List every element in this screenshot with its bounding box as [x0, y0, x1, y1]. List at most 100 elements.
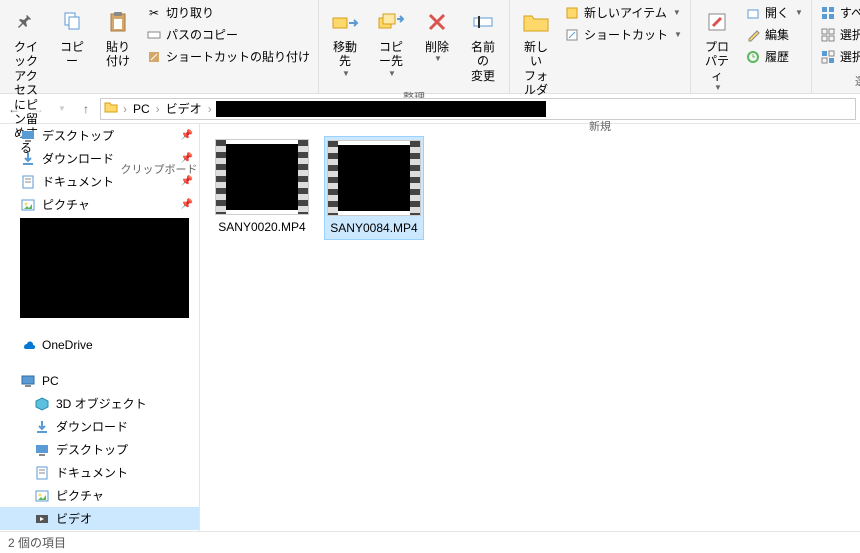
- invert-selection-button[interactable]: 選択の切り替: [816, 46, 860, 67]
- chevron-down-icon: ▼: [714, 83, 722, 92]
- copy-to-button[interactable]: コピー先▼: [369, 2, 413, 82]
- edit-button[interactable]: 編集: [741, 24, 807, 45]
- redacted-item: [20, 218, 189, 318]
- nav-pc[interactable]: PC: [0, 370, 199, 392]
- nav-item-label: ビデオ: [56, 510, 92, 527]
- new-shortcut-button[interactable]: ショートカット▼: [560, 24, 686, 45]
- paste-shortcut-button[interactable]: ショートカットの貼り付け: [142, 46, 314, 67]
- download-icon: [34, 419, 50, 435]
- nav-item-desktop[interactable]: デスクトップ: [0, 438, 199, 461]
- folder-icon: [520, 6, 552, 38]
- properties-button[interactable]: プロパティ▼: [695, 2, 739, 96]
- breadcrumb-pc[interactable]: PC: [131, 102, 152, 116]
- copy-to-icon: [375, 6, 407, 38]
- new-item-icon: [564, 5, 580, 21]
- nav-item-document[interactable]: ドキュメント 📌: [0, 170, 199, 193]
- history-button[interactable]: 履歴: [741, 46, 807, 67]
- breadcrumb-separator: ›: [123, 102, 127, 116]
- item-count: 2 個の項目: [8, 534, 66, 551]
- file-item[interactable]: SANY0020.MP4: [212, 136, 312, 238]
- scissors-icon: ✂: [146, 5, 162, 21]
- cut-button[interactable]: ✂切り取り: [142, 2, 314, 23]
- nav-item-download[interactable]: ダウンロード: [0, 415, 199, 438]
- chevron-down-icon: ▼: [674, 30, 682, 39]
- nav-item-pictures[interactable]: ピクチャ: [0, 484, 199, 507]
- nav-item-label: ドキュメント: [42, 173, 114, 190]
- nav-item-label: ダウンロード: [56, 418, 128, 435]
- copy-path-button[interactable]: パスのコピー: [142, 24, 314, 45]
- nav-item-label: ピクチャ: [56, 487, 104, 504]
- nav-item-pictures[interactable]: ピクチャ 📌: [0, 193, 199, 216]
- rename-icon: [467, 6, 499, 38]
- desktop-icon: [34, 442, 50, 458]
- redacted-path: [216, 101, 546, 117]
- onedrive-icon: [20, 337, 36, 353]
- nav-up-button[interactable]: ↑: [76, 99, 96, 119]
- chevron-down-icon: ▼: [388, 69, 396, 78]
- select-none-icon: [820, 27, 836, 43]
- status-bar: 2 個の項目: [0, 531, 860, 553]
- file-item[interactable]: SANY0084.MP4: [324, 136, 424, 240]
- chevron-down-icon: ▼: [434, 54, 442, 63]
- select-all-button[interactable]: すべて選択: [816, 2, 860, 23]
- file-name: SANY0084.MP4: [330, 221, 417, 235]
- nav-forward-button[interactable]: →: [28, 99, 48, 119]
- move-to-button[interactable]: 移動先▼: [323, 2, 367, 82]
- edit-icon: [745, 27, 761, 43]
- shortcut-icon: [146, 49, 162, 65]
- nav-item-3d[interactable]: 3D オブジェクト: [0, 392, 199, 415]
- invert-icon: [820, 49, 836, 65]
- pictures-icon: [20, 197, 36, 213]
- nav-item-label: デスクトップ: [42, 127, 114, 144]
- video-thumbnail: [216, 140, 308, 214]
- nav-back-button[interactable]: ←: [4, 99, 24, 119]
- chevron-down-icon: ▼: [673, 8, 681, 17]
- pictures-icon: [34, 488, 50, 504]
- path-icon: [146, 27, 162, 43]
- nav-item-download[interactable]: ダウンロード 📌: [0, 147, 199, 170]
- pin-icon: 📌: [181, 153, 193, 164]
- copy-icon: [56, 6, 88, 38]
- navigation-pane[interactable]: デスクトップ 📌 ダウンロード 📌 ドキュメント 📌 ピクチャ 📌 OneDrive PC 3…: [0, 124, 200, 531]
- document-icon: [20, 174, 36, 190]
- pin-icon: 📌: [181, 199, 193, 210]
- file-name: SANY0020.MP4: [218, 220, 305, 234]
- pin-icon: 📌: [181, 176, 193, 187]
- nav-item-desktop[interactable]: デスクトップ 📌: [0, 124, 199, 147]
- paste-button[interactable]: 貼り付け: [96, 2, 140, 73]
- rename-button[interactable]: 名前の 変更: [461, 2, 505, 87]
- pin-icon: 📌: [181, 130, 193, 141]
- copy-button[interactable]: コピー: [50, 2, 94, 73]
- ribbon-group-open: プロパティ▼ 開く▼ 編集 履歴 開く: [691, 0, 812, 93]
- breadcrumb-videos[interactable]: ビデオ: [164, 100, 204, 117]
- nav-onedrive[interactable]: OneDrive: [0, 334, 199, 356]
- nav-item-label: ピクチャ: [42, 196, 90, 213]
- file-list[interactable]: SANY0020.MP4 SANY0084.MP4: [200, 124, 860, 531]
- select-none-button[interactable]: 選択解除: [816, 24, 860, 45]
- nav-item-document[interactable]: ドキュメント: [0, 461, 199, 484]
- video-thumbnail: [328, 141, 420, 215]
- move-to-icon: [329, 6, 361, 38]
- history-icon: [745, 49, 761, 65]
- nav-item-label: ダウンロード: [42, 150, 114, 167]
- new-item-button[interactable]: 新しいアイテム▼: [560, 2, 686, 23]
- open-button[interactable]: 開く▼: [741, 2, 807, 23]
- delete-button[interactable]: 削除▼: [415, 2, 459, 67]
- ribbon-group-organize: 移動先▼ コピー先▼ 削除▼ 名前の 変更 整理: [319, 0, 510, 93]
- video-icon: [34, 511, 50, 527]
- breadcrumb-separator: ›: [156, 102, 160, 116]
- chevron-down-icon: ▼: [795, 8, 803, 17]
- delete-icon: [421, 6, 453, 38]
- paste-icon: [102, 6, 134, 38]
- shortcut-icon: [564, 27, 580, 43]
- nav-recent-button[interactable]: ▼: [52, 99, 72, 119]
- document-icon: [34, 465, 50, 481]
- ribbon-group-clipboard: クイック アクセス にピン留めする コピー 貼り付け ✂切り取り パスのコピー …: [0, 0, 319, 93]
- chevron-down-icon: ▼: [342, 69, 350, 78]
- nav-item-label: デスクトップ: [56, 441, 128, 458]
- breadcrumb-separator: ›: [208, 102, 212, 116]
- open-icon: [745, 5, 761, 21]
- nav-item-video[interactable]: ビデオ: [0, 507, 199, 530]
- address-field[interactable]: › PC › ビデオ ›: [100, 98, 856, 120]
- desktop-icon: [20, 128, 36, 144]
